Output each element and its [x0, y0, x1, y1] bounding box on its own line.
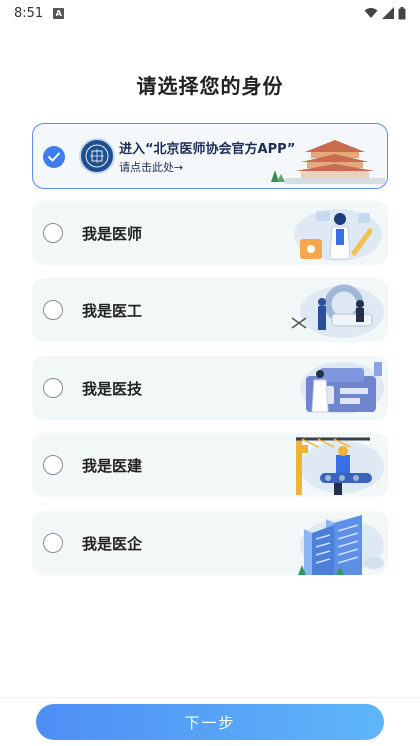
construction-illustration-icon [296, 437, 384, 495]
status-right [364, 6, 406, 20]
association-logo-icon [79, 138, 115, 174]
next-button[interactable]: 下一步 [36, 704, 384, 740]
status-left: 8:51 A [14, 5, 65, 21]
radio-button[interactable] [43, 533, 63, 553]
status-time: 8:51 [14, 5, 44, 21]
page-title: 请选择您的身份 [136, 74, 284, 98]
identity-option-construction[interactable]: 我是医建 [32, 433, 388, 497]
radio-button[interactable] [43, 223, 63, 243]
identity-label: 我是医企 [82, 535, 143, 553]
identity-label: 我是医技 [82, 380, 143, 398]
radio-button[interactable] [43, 378, 63, 398]
battery-icon [398, 6, 406, 19]
technician-illustration-icon [300, 362, 384, 414]
notification-icon: A [53, 7, 65, 19]
check-icon [43, 146, 65, 168]
identity-label: 我是医建 [82, 457, 143, 475]
temple-illustration-icon [271, 140, 385, 184]
identity-label: 我是医工 [82, 302, 143, 320]
featured-subtitle: 请点击此处→ [119, 161, 184, 174]
wifi-icon [364, 8, 378, 18]
identity-option-enterprise[interactable]: 我是医企 [32, 511, 388, 575]
engineer-illustration-icon [291, 284, 384, 338]
doctor-illustration-icon [294, 209, 382, 261]
radio-button[interactable] [43, 455, 63, 475]
identity-label: 我是医师 [82, 225, 143, 243]
identity-option-doctor[interactable]: 我是医师 [32, 201, 388, 265]
identity-option-engineer[interactable]: 我是医工 [32, 278, 388, 342]
signal-icon [382, 7, 394, 19]
identity-option-technician[interactable]: 我是医技 [32, 356, 388, 420]
enterprise-illustration-icon [298, 515, 384, 575]
radio-button[interactable] [43, 300, 63, 320]
status-bar: 8:51 A [0, 0, 420, 26]
bottom-divider [0, 697, 420, 698]
featured-app-option[interactable]: 进入“北京医师协会官方APP” 请点击此处→ [32, 123, 388, 189]
